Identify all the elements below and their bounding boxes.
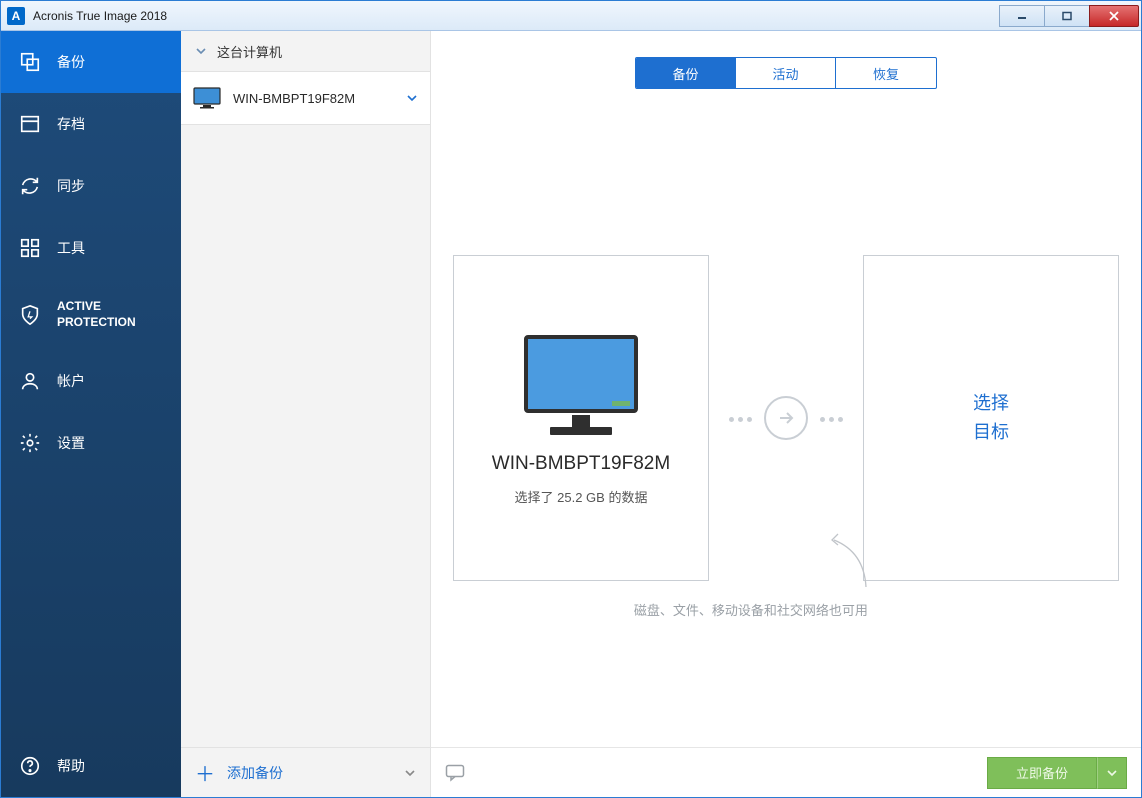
chevron-down-icon[interactable] bbox=[406, 92, 418, 104]
titlebar: A Acronis True Image 2018 bbox=[1, 1, 1141, 31]
account-icon bbox=[19, 370, 41, 392]
sidebar-item-active-protection[interactable]: ACTIVE PROTECTION bbox=[1, 279, 181, 350]
comment-icon[interactable] bbox=[445, 764, 465, 782]
window-title: Acronis True Image 2018 bbox=[33, 9, 1000, 23]
start-backup-button[interactable]: 立即备份 bbox=[987, 757, 1097, 789]
dest-line2: 目标 bbox=[973, 418, 1009, 447]
tab-bar: 备份 活动 恢复 bbox=[431, 57, 1141, 89]
backup-list-header-label: 这台计算机 bbox=[217, 42, 282, 61]
sync-icon bbox=[19, 175, 41, 197]
sidebar-item-account[interactable]: 帐户 bbox=[1, 350, 181, 412]
sidebar-item-label: 同步 bbox=[57, 178, 85, 195]
sidebar-item-tools[interactable]: 工具 bbox=[1, 217, 181, 279]
main-footer: 立即备份 bbox=[431, 747, 1141, 797]
sidebar-item-label: 帐户 bbox=[57, 373, 85, 390]
tab-activity[interactable]: 活动 bbox=[736, 58, 836, 88]
sidebar-item-label: 工具 bbox=[57, 240, 85, 257]
source-title: WIN-BMBPT19F82M bbox=[492, 453, 670, 475]
sidebar-item-backup[interactable]: 备份 bbox=[1, 31, 181, 93]
chevron-down-icon[interactable] bbox=[404, 767, 416, 779]
maximize-button[interactable] bbox=[1044, 5, 1090, 27]
add-backup-row: ＋ 添加备份 bbox=[181, 747, 430, 797]
sidebar-item-sync[interactable]: 同步 bbox=[1, 155, 181, 217]
help-icon bbox=[19, 755, 41, 777]
sidebar-item-settings[interactable]: 设置 bbox=[1, 412, 181, 474]
backup-list-panel: 这台计算机 WIN-BMBPT19F82M ＋ 添加备份 bbox=[181, 31, 431, 797]
dest-line1: 选择 bbox=[973, 389, 1009, 418]
backup-destination-card[interactable]: 选择 目标 bbox=[863, 255, 1119, 581]
hint-text: 磁盘、文件、移动设备和社交网络也可用 bbox=[634, 600, 868, 619]
sidebar-item-label: 存档 bbox=[57, 116, 85, 133]
tab-recover[interactable]: 恢复 bbox=[836, 58, 936, 88]
sidebar-item-label: 设置 bbox=[57, 435, 85, 452]
dots-icon bbox=[727, 409, 754, 427]
sidebar-item-label: 帮助 bbox=[57, 758, 85, 775]
tab-backup[interactable]: 备份 bbox=[636, 58, 736, 88]
source-subtitle: 选择了 25.2 GB 的数据 bbox=[515, 487, 648, 506]
sidebar-item-label: ACTIVE PROTECTION bbox=[57, 299, 136, 330]
dots-icon bbox=[818, 409, 845, 427]
backup-source-card[interactable]: WIN-BMBPT19F82M 选择了 25.2 GB 的数据 bbox=[453, 255, 709, 581]
backup-icon bbox=[19, 51, 41, 73]
sidebar-item-label: 备份 bbox=[57, 54, 85, 71]
sidebar: 备份 存档 同步 工具 bbox=[1, 31, 181, 797]
tools-icon bbox=[19, 237, 41, 259]
archive-icon bbox=[19, 113, 41, 135]
start-backup-dropdown[interactable] bbox=[1097, 757, 1127, 789]
gear-icon bbox=[19, 432, 41, 454]
backup-list-item-name: WIN-BMBPT19F82M bbox=[233, 91, 394, 106]
hint-arrow-icon bbox=[826, 532, 876, 592]
shield-icon bbox=[19, 304, 41, 326]
start-backup-button-group: 立即备份 bbox=[987, 757, 1127, 789]
app-logo-icon: A bbox=[7, 7, 25, 25]
add-backup-button[interactable]: 添加备份 bbox=[227, 763, 392, 783]
plus-icon[interactable]: ＋ bbox=[195, 758, 215, 787]
close-button[interactable] bbox=[1089, 5, 1139, 27]
arrow-right-icon bbox=[764, 396, 808, 440]
computer-large-icon bbox=[516, 331, 646, 441]
computer-icon bbox=[193, 87, 221, 109]
flow-arrow bbox=[727, 396, 845, 440]
chevron-down-icon bbox=[195, 45, 207, 57]
backup-list-item[interactable]: WIN-BMBPT19F82M bbox=[181, 71, 430, 125]
sidebar-item-archive[interactable]: 存档 bbox=[1, 93, 181, 155]
backup-list-header[interactable]: 这台计算机 bbox=[181, 31, 430, 71]
main-panel: 备份 活动 恢复 WIN-BMBPT19F82M 选择了 25.2 GB 的数据 bbox=[431, 31, 1141, 797]
minimize-button[interactable] bbox=[999, 5, 1045, 27]
sidebar-item-help[interactable]: 帮助 bbox=[1, 735, 181, 797]
